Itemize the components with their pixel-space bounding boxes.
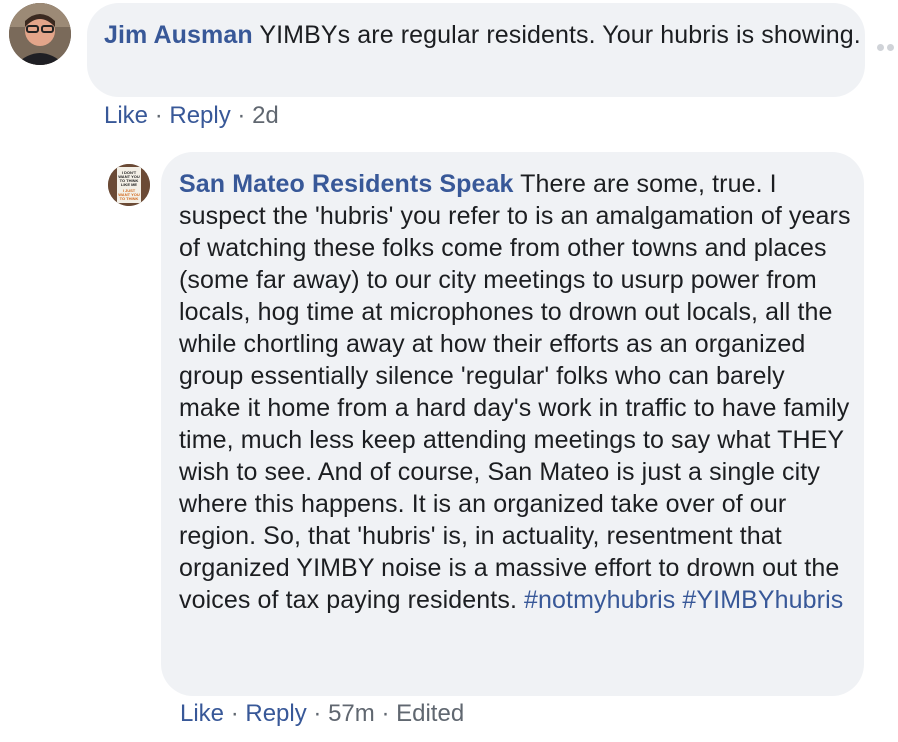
comment-timestamp[interactable]: 2d	[252, 102, 279, 129]
separator-dot: ·	[381, 700, 397, 727]
separator-dot: ·	[237, 102, 253, 129]
reply-text: There are some, true. I suspect the 'hub…	[179, 170, 851, 614]
profile-photo-icon	[9, 3, 71, 65]
separator-dot: ·	[230, 700, 246, 727]
comment-bubble: Jim Ausman YIMBYs are regular residents.…	[87, 3, 865, 97]
more-options-icon[interactable]	[877, 44, 897, 56]
avatar-text-4: LIKE ME	[121, 182, 138, 187]
like-link[interactable]: Like	[104, 102, 148, 129]
reply-bubble: San Mateo Residents Speak There are some…	[161, 152, 864, 696]
reply-timestamp[interactable]: 57m	[328, 700, 375, 727]
separator-dot: ·	[154, 102, 170, 129]
commenter-avatar[interactable]	[9, 3, 71, 65]
avatar-text-7: TO THINK	[120, 196, 139, 201]
hashtag-link[interactable]: #YIMBYhubris	[682, 586, 843, 614]
page-logo-icon: I DON'T WANT YOU TO THINK LIKE ME I JUST…	[108, 164, 150, 206]
hashtag-link[interactable]: #notmyhubris	[524, 586, 675, 614]
comment-text: YIMBYs are regular residents. Your hubri…	[252, 21, 861, 49]
edited-label[interactable]: Edited	[396, 700, 464, 727]
separator-dot: ·	[313, 700, 329, 727]
like-link[interactable]: Like	[180, 700, 224, 727]
reply-link[interactable]: Reply	[169, 102, 230, 129]
comment-author-name[interactable]: Jim Ausman	[104, 21, 253, 49]
reply-author-avatar[interactable]: I DON'T WANT YOU TO THINK LIKE ME I JUST…	[108, 164, 150, 206]
reply-actions: Like · Reply · 57m · Edited	[180, 699, 464, 729]
reply-author-name[interactable]: San Mateo Residents Speak	[179, 170, 514, 198]
reply-link[interactable]: Reply	[245, 700, 306, 727]
comment-actions: Like · Reply · 2d	[104, 101, 279, 131]
